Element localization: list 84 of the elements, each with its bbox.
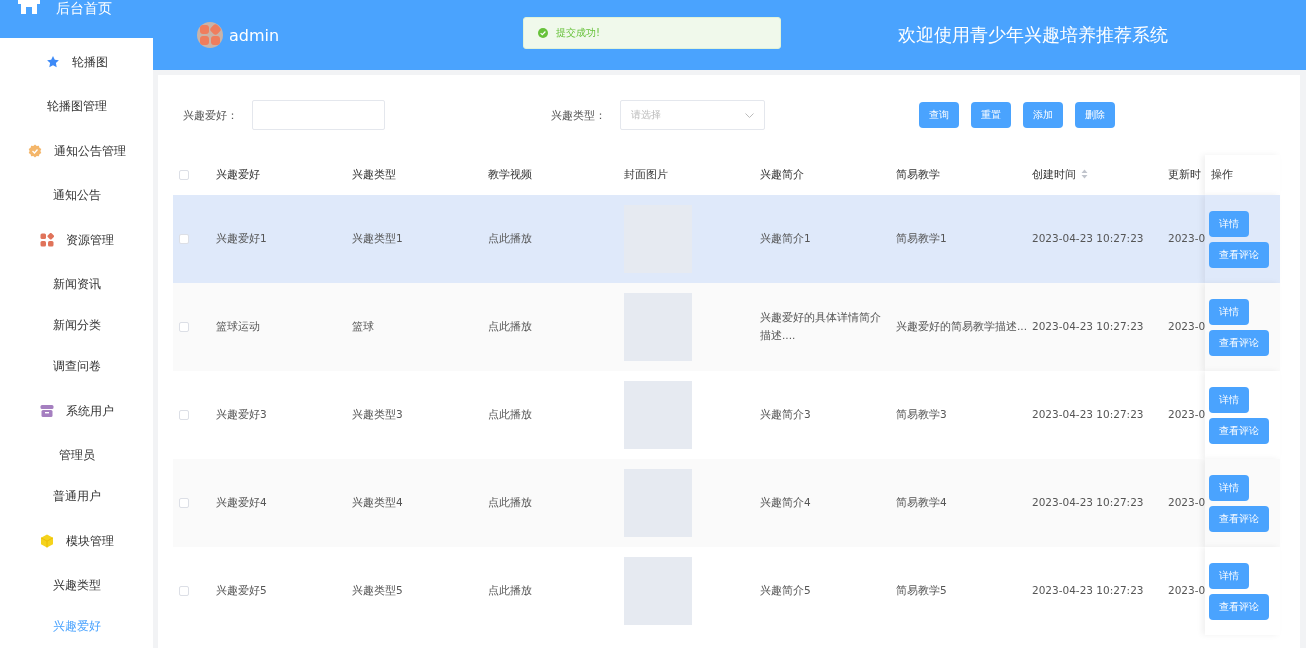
username: admin — [229, 25, 280, 45]
table-cell-text: 兴趣爱好的具体详情简介描述.... — [760, 310, 882, 343]
table-cell-text: 兴趣爱好3 — [216, 407, 267, 423]
sidebar-group[interactable]: 通知公告管理 — [0, 127, 153, 175]
checkbox[interactable] — [179, 498, 189, 508]
play-link[interactable]: 点此播放 — [488, 230, 532, 248]
avatar-icon — [197, 22, 223, 48]
table-cell-text: 兴趣爱好4 — [216, 495, 267, 511]
table-cell-text: 兴趣类型1 — [352, 231, 403, 247]
sidebar-group[interactable]: 模块管理 — [0, 517, 153, 565]
checkbox[interactable] — [179, 322, 189, 332]
check-circle-icon — [538, 27, 548, 38]
checkbox[interactable] — [179, 234, 189, 244]
field-label: 兴趣爱好： — [183, 107, 238, 123]
cube-icon — [39, 534, 54, 548]
sidebar-group[interactable]: 资源管理 — [0, 216, 153, 264]
play-link[interactable]: 点此播放 — [488, 582, 532, 600]
column-header: 操作 — [1205, 155, 1280, 195]
table-row[interactable]: 兴趣爱好4 兴趣类型4 点此播放 兴趣简介4 简易教学4 2023-04-23 10:27:23 2023-0 详情 查看评论 — [173, 459, 1280, 547]
system-title: 欢迎使用青少年兴趣培养推荐系统 — [898, 23, 1168, 47]
sidebar-item[interactable]: 通知公告 — [0, 175, 153, 216]
table-cell-text: 兴趣爱好5 — [216, 583, 267, 599]
table-cell-text: 简易教学1 — [896, 231, 947, 247]
play-link[interactable]: 点此播放 — [488, 494, 532, 512]
table-cell-text: 兴趣简介4 — [760, 495, 811, 511]
table-cell-text: 简易教学5 — [896, 583, 947, 599]
sidebar-item[interactable]: 轮播图管理 — [0, 86, 153, 127]
sidebar-item[interactable]: 兴趣类型 — [0, 565, 153, 606]
table-cell-text: 兴趣简介5 — [760, 583, 811, 599]
archive-icon — [39, 404, 54, 418]
table-cell-text: 2023-0 — [1168, 231, 1205, 247]
table-cell-text: 篮球运动 — [216, 319, 260, 335]
table-cell-text: 2023-04-23 10:27:23 — [1032, 407, 1144, 423]
play-link[interactable]: 点此播放 — [488, 406, 532, 424]
sidebar-item[interactable]: 普通用户 — [0, 476, 153, 517]
success-toast: 提交成功! — [523, 16, 781, 49]
table-cell-text: 2023-0 — [1168, 407, 1205, 423]
table-row[interactable]: 兴趣爱好1 兴趣类型1 点此播放 兴趣简介1 简易教学1 2023-04-23 10:27:23 2023-0 详情 查看评论 — [173, 195, 1280, 283]
checkbox[interactable] — [179, 170, 189, 180]
table-cell-text: 2023-04-23 10:27:23 — [1032, 495, 1144, 511]
input-field[interactable] — [252, 100, 385, 130]
sidebar-item[interactable]: 新闻资讯 — [0, 264, 153, 305]
column-header: 创建时间 — [1026, 155, 1162, 195]
home-icon — [18, 0, 40, 14]
field-label: 兴趣类型： — [551, 107, 606, 123]
column-header: 更新时 — [1167, 167, 1202, 182]
table-cell-text: 2023-0 — [1168, 495, 1205, 511]
table-cell-text: 简易教学3 — [896, 407, 947, 423]
badge-icon — [27, 144, 42, 158]
table-cell-text: 篮球 — [352, 319, 374, 335]
column-header: 兴趣爱好 — [215, 167, 261, 182]
table-cell-text: 简易教学4 — [896, 495, 947, 511]
column-header: 兴趣类型 — [351, 167, 397, 182]
checkbox[interactable] — [179, 586, 189, 596]
sort-icon[interactable] — [1081, 169, 1088, 179]
table-cell-text: 2023-04-23 10:27:23 — [1032, 231, 1144, 247]
sidebar-item[interactable]: 管理员 — [0, 435, 153, 476]
table-cell-text: 兴趣类型4 — [352, 495, 403, 511]
table-cell-text: 兴趣爱好的简易教学描述... — [896, 319, 1026, 335]
column-header: 封面图片 — [623, 167, 669, 182]
table-cell-text: 2023-04-23 10:27:23 — [1032, 583, 1144, 599]
checkbox[interactable] — [179, 410, 189, 420]
table-cell-text: 2023-04-23 10:27:23 — [1032, 319, 1144, 335]
table-cell-text: 兴趣类型5 — [352, 583, 403, 599]
image-placeholder — [624, 381, 692, 449]
column-header: 教学视频 — [487, 167, 533, 182]
table-cell-text: 2023-0 — [1168, 319, 1205, 335]
star-icon — [45, 55, 60, 69]
table-cell-text: 兴趣简介3 — [760, 407, 811, 423]
table-row[interactable]: 篮球运动 篮球 点此播放 兴趣爱好的具体详情简介描述.... 兴趣爱好的简易教学描述... 2023-04-23 10:27:23 2023-0 详情 查看评论 — [173, 283, 1280, 371]
image-placeholder — [624, 557, 692, 625]
table-cell-text: 兴趣爱好1 — [216, 231, 267, 247]
sidebar-item[interactable]: 新闻分类 — [0, 305, 153, 346]
sidebar-item[interactable]: 调查问卷 — [0, 346, 153, 387]
grid-icon — [39, 233, 54, 247]
sidebar-group[interactable]: 系统用户 — [0, 387, 153, 435]
table-cell-text: 兴趣简介1 — [760, 231, 811, 247]
column-header: 简易教学 — [895, 167, 941, 182]
chevron-down-icon — [745, 112, 754, 118]
play-link[interactable]: 点此播放 — [488, 318, 532, 336]
sidebar-group[interactable]: 轮播图 — [0, 38, 153, 86]
table-cell-text: 兴趣类型3 — [352, 407, 403, 423]
column-header: 兴趣简介 — [759, 167, 805, 182]
table-cell-text: 2023-0 — [1168, 583, 1205, 599]
